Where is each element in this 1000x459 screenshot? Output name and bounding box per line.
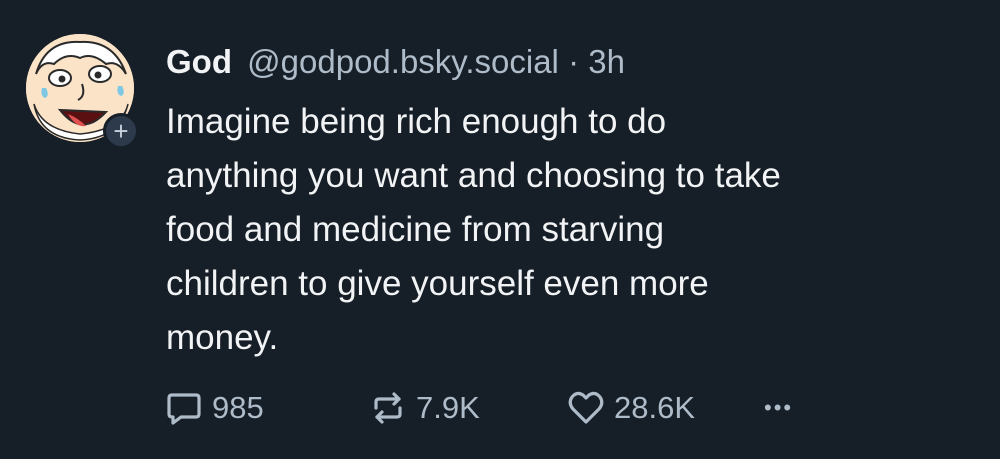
heart-icon [568, 391, 604, 424]
header-separator: · [568, 43, 580, 80]
more-options-button[interactable]: ••• [764, 384, 793, 432]
reply-button[interactable]: 985 [164, 384, 264, 432]
post-text-line: Imagine being rich enough to do [166, 102, 667, 141]
repost-icon [374, 392, 402, 424]
post-text-line: children to give yourself even more [166, 264, 709, 303]
post-actions: 985 7.9K 28.6K ••• [164, 384, 864, 432]
like-button[interactable]: 28.6K [566, 384, 695, 432]
reply-icon [167, 393, 201, 425]
post-text-line: anything you want and choosing to take [166, 156, 781, 195]
repost-button[interactable]: 7.9K [368, 384, 480, 432]
author-handle[interactable]: @godpod.bsky.social [247, 43, 559, 80]
post-text-line: money. [166, 318, 279, 357]
more-icon: ••• [764, 395, 794, 420]
plus-icon: + [113, 116, 129, 146]
like-count: 28.6K [614, 390, 696, 425]
post-text: Imagine being rich enough to do anything… [166, 95, 966, 365]
reply-count: 985 [212, 390, 264, 425]
author-display-name[interactable]: God [166, 43, 232, 80]
post-header: God @godpod.bsky.social · 3h [166, 42, 625, 82]
post-card[interactable]: + God @godpod.bsky.social · 3h Imagine b… [0, 0, 1000, 459]
repost-count: 7.9K [416, 390, 480, 425]
post-timestamp[interactable]: 3h [588, 43, 625, 80]
post-text-line: food and medicine from starving [166, 210, 665, 249]
follow-button[interactable]: + [103, 113, 139, 149]
author-avatar[interactable]: + [26, 34, 139, 149]
